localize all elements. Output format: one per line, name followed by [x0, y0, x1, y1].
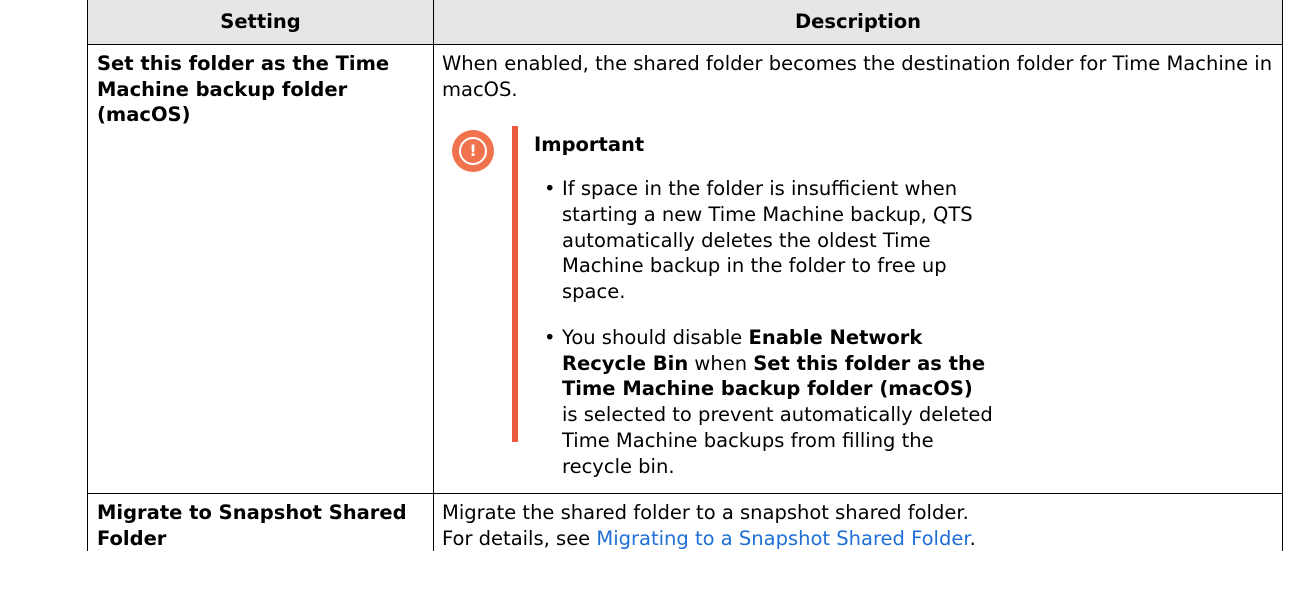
- exclamation-circle-icon: !: [452, 130, 494, 173]
- migrating-snapshot-link[interactable]: Migrating to a Snapshot Shared Folder: [596, 527, 969, 550]
- table-row: Set this folder as the Time Machine back…: [87, 44, 1283, 494]
- column-header-setting: Setting: [87, 0, 434, 45]
- description-line: For details, see Migrating to a Snapshot…: [442, 526, 1274, 552]
- setting-name: Set this folder as the Time Machine back…: [87, 44, 434, 494]
- description-text: For details, see: [442, 526, 597, 550]
- setting-name: Migrate to Snapshot Shared Folder: [87, 493, 434, 552]
- table-header-row: Setting Description: [87, 0, 1283, 45]
- important-accent-bar: [512, 126, 518, 443]
- important-title: Important: [534, 133, 645, 157]
- list-item-text: is selected to prevent automatically del…: [562, 403, 993, 478]
- list-item-text: You should disable: [562, 325, 749, 349]
- setting-description: Migrate the shared folder to a snapshot …: [433, 493, 1283, 552]
- column-header-description: Description: [433, 0, 1283, 45]
- list-item-text: when: [688, 351, 754, 375]
- setting-description: When enabled, the shared folder becomes …: [433, 44, 1283, 494]
- description-line: Migrate the shared folder to a snapshot …: [442, 501, 969, 524]
- list-item: If space in the folder is insufficient w…: [534, 176, 994, 305]
- settings-table: Setting Description Set this folder as t…: [87, 0, 1283, 552]
- important-list: If space in the folder is insufficient w…: [534, 176, 994, 479]
- description-text: .: [969, 526, 976, 550]
- list-item: You should disable Enable Network Recycl…: [534, 325, 994, 479]
- description-text: When enabled, the shared folder becomes …: [442, 52, 1273, 101]
- important-note: ! Important If space in the folder is in…: [452, 126, 1274, 478]
- table-row: Migrate to Snapshot Shared Folder Migrat…: [87, 493, 1283, 552]
- important-body: Important If space in the folder is insu…: [534, 132, 994, 499]
